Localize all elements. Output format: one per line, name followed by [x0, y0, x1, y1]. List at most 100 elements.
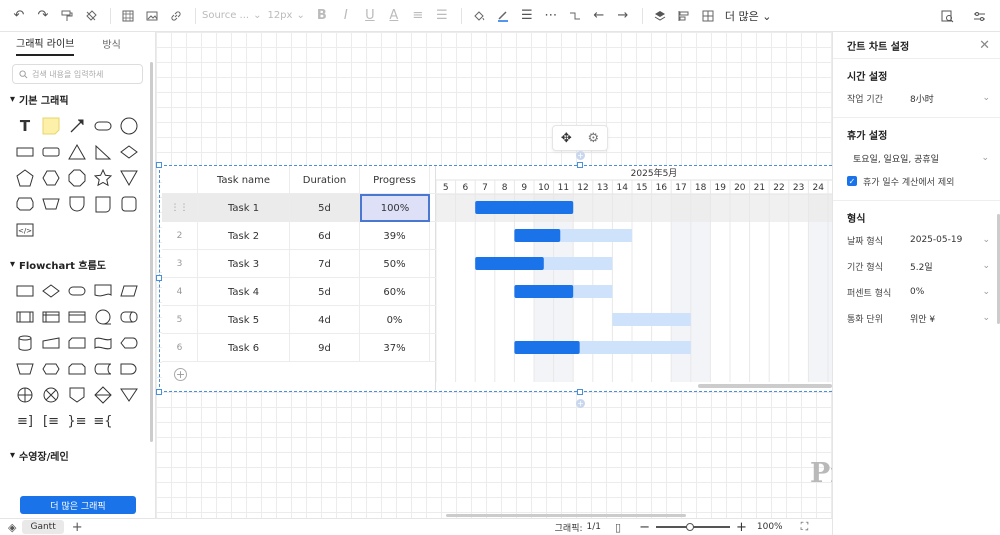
stored-data-icon[interactable] — [90, 356, 116, 382]
map-icon[interactable]: ▯ — [615, 521, 621, 534]
arrow-start-icon[interactable]: ← — [588, 5, 610, 27]
cloud-rect-icon[interactable] — [12, 191, 38, 217]
card-cut-icon[interactable] — [64, 330, 90, 356]
close-icon[interactable]: ✕ — [979, 38, 990, 53]
header-duration[interactable]: Duration — [290, 166, 360, 194]
pentagon-icon[interactable] — [12, 165, 38, 191]
hexagon-icon[interactable] — [38, 165, 64, 191]
annotation-right-icon[interactable]: ≡] — [12, 408, 38, 434]
add-connection-top-icon[interactable]: + — [576, 151, 585, 160]
drawing-canvas[interactable]: ✥ ⚙ Task name Duration Progress + ⋮⋮ Task… — [156, 32, 832, 518]
triangle-icon[interactable] — [64, 139, 90, 165]
table-row[interactable]: ⋮⋮ Task 1 5d 100% — [162, 194, 436, 222]
resize-handle-left-bottom[interactable] — [156, 389, 162, 395]
shield-icon[interactable] — [64, 191, 90, 217]
date-format-select[interactable]: 2025-05-19 ⌄ — [904, 230, 990, 250]
punched-tape-icon[interactable] — [90, 330, 116, 356]
line-spacing-icon[interactable]: ☰ — [431, 5, 453, 27]
summing-junction-icon[interactable] — [12, 382, 38, 408]
task-name-cell[interactable]: Task 4 — [198, 278, 290, 306]
preparation-icon[interactable] — [38, 356, 64, 382]
percent-format-select[interactable]: 0% ⌄ — [904, 282, 990, 302]
gear-icon[interactable]: ⚙ — [587, 131, 599, 146]
font-size-select[interactable]: 12px ⌄ — [267, 10, 304, 21]
canvas-scrollbar[interactable] — [446, 514, 686, 517]
round-rectangle-icon[interactable] — [38, 139, 64, 165]
data-shape-icon[interactable] — [116, 278, 142, 304]
progress-cell[interactable]: 60% — [360, 278, 430, 306]
left-panel-scrollbar[interactable] — [150, 62, 153, 442]
progress-cell[interactable]: 0% — [360, 306, 430, 334]
card-shape-icon[interactable] — [64, 304, 90, 330]
duration-cell[interactable]: 4d — [290, 306, 360, 334]
section-flowchart[interactable]: ▾ Flowchart 흐름도 — [0, 257, 155, 272]
manual-input-icon[interactable] — [38, 330, 64, 356]
right-triangle-icon[interactable] — [90, 139, 116, 165]
task-name-cell[interactable]: Task 1 — [198, 194, 290, 222]
rectangle-icon[interactable] — [12, 139, 38, 165]
predefined-process-icon[interactable] — [12, 304, 38, 330]
row-number[interactable]: ⋮⋮ — [162, 194, 198, 222]
rounded-square-icon[interactable] — [116, 191, 142, 217]
add-page-icon[interactable]: + — [72, 520, 83, 535]
sticky-note-icon[interactable] — [38, 113, 64, 139]
add-task-icon[interactable]: + — [174, 368, 187, 381]
table-icon[interactable] — [697, 5, 719, 27]
terminator-shape-icon[interactable] — [64, 278, 90, 304]
process-shape-icon[interactable] — [12, 278, 38, 304]
tab-shape-library[interactable]: 그래픽 라이브 — [16, 35, 75, 56]
sort-shape-icon[interactable] — [90, 382, 116, 408]
header-task-name[interactable]: Task name — [198, 166, 290, 194]
image-icon[interactable] — [141, 5, 163, 27]
direct-data-icon[interactable] — [116, 304, 142, 330]
progress-cell[interactable]: 100% — [360, 194, 430, 222]
table-row[interactable]: 6 Task 6 9d 37% — [162, 334, 436, 362]
font-family-select[interactable]: Source ... ⌄ — [202, 10, 261, 21]
layers-icon[interactable]: ◈ — [8, 521, 16, 534]
duration-cell[interactable]: 7d — [290, 250, 360, 278]
table-row[interactable]: 5 Task 5 4d 0% — [162, 306, 436, 334]
fill-color-icon[interactable] — [468, 5, 490, 27]
tab-style[interactable]: 방식 — [102, 36, 120, 55]
row-number[interactable]: 4 — [162, 278, 198, 306]
duration-cell[interactable]: 5d — [290, 278, 360, 306]
text-shape-icon[interactable]: T — [12, 113, 38, 139]
internal-storage-icon[interactable] — [38, 304, 64, 330]
star-icon[interactable] — [90, 165, 116, 191]
more-shapes-button[interactable]: 더 많은 그래픽 — [20, 496, 136, 514]
trapezoid-icon[interactable] — [38, 191, 64, 217]
resize-handle-left-mid[interactable] — [156, 275, 162, 281]
line-style-icon[interactable]: ⋯ — [540, 5, 562, 27]
section-swimlane[interactable]: ▾ 수영장/레인 — [0, 448, 155, 463]
progress-cell[interactable]: 50% — [360, 250, 430, 278]
folded-shape-icon[interactable] — [90, 191, 116, 217]
table-row[interactable]: 4 Task 4 5d 60% — [162, 278, 436, 306]
resize-handle-bottom[interactable] — [577, 389, 583, 395]
inverted-triangle-icon[interactable] — [116, 165, 142, 191]
resize-handle-left-top[interactable] — [156, 162, 162, 168]
header-progress[interactable]: Progress — [360, 166, 430, 194]
arrow-end-icon[interactable]: → — [612, 5, 634, 27]
font-color-icon[interactable]: A — [383, 5, 405, 27]
delay-shape-icon[interactable] — [116, 356, 142, 382]
zoom-out-icon[interactable]: − — [639, 520, 650, 535]
progress-cell[interactable]: 37% — [360, 334, 430, 362]
text-align-icon[interactable]: ≡ — [407, 5, 429, 27]
progress-cell[interactable]: 39% — [360, 222, 430, 250]
zoom-slider[interactable] — [655, 523, 730, 531]
format-painter-icon[interactable] — [56, 5, 78, 27]
circle-icon[interactable] — [116, 113, 142, 139]
task-name-cell[interactable]: Task 3 — [198, 250, 290, 278]
redo-icon[interactable]: ↷ — [32, 5, 54, 27]
holiday-select[interactable]: 토요일, 일요일, 공휴일 ⌄ — [847, 148, 989, 168]
resize-handle-top[interactable] — [577, 162, 583, 168]
diamond-icon[interactable] — [116, 139, 142, 165]
move-icon[interactable]: ✥ — [561, 131, 572, 146]
currency-select[interactable]: 위안 ¥ ⌄ — [904, 308, 990, 328]
search-replace-icon[interactable] — [936, 5, 958, 27]
merge-shape-icon[interactable] — [116, 382, 142, 408]
duration-format-select[interactable]: 5.2일 ⌄ — [904, 256, 990, 276]
display-shape-icon[interactable] — [116, 330, 142, 356]
italic-icon[interactable]: I — [335, 5, 357, 27]
task-name-cell[interactable]: Task 2 — [198, 222, 290, 250]
